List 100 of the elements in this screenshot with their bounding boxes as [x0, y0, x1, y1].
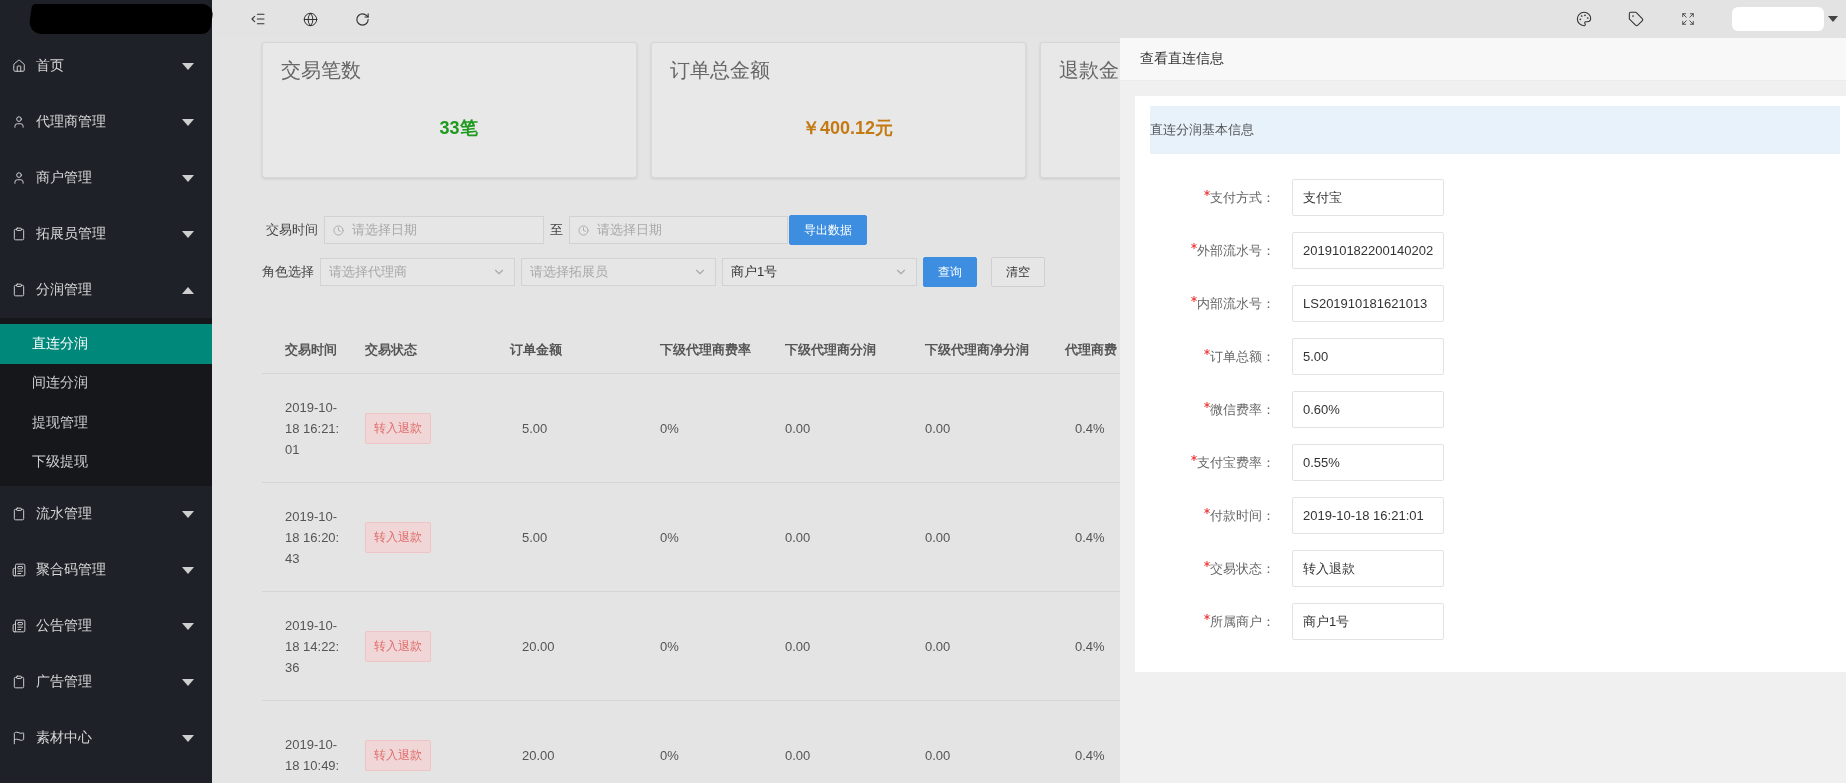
table-cell-text: 5.00 — [521, 529, 549, 545]
table-cell-text: 0.00 — [924, 747, 952, 763]
table-cell-text: 0.4% — [1074, 638, 1106, 654]
table-cell-text: 0.00 — [784, 638, 812, 654]
input-field[interactable]: 5.00 — [1292, 338, 1444, 375]
card-title: 订单总金额 — [670, 58, 771, 83]
clear-button[interactable]: 清空 — [991, 257, 1045, 287]
table-cell-text: 0.00 — [784, 420, 812, 436]
card-title: 交易笔数 — [281, 58, 362, 83]
column-header: 交易状态 — [364, 341, 418, 359]
card-value: 33笔 — [439, 117, 478, 140]
caret-icon — [182, 678, 194, 686]
status-tag: 转入退款 — [365, 521, 431, 553]
table-cell-text: 0.4% — [1074, 420, 1106, 436]
input-field[interactable]: 0.55% — [1292, 444, 1444, 481]
caret-icon — [182, 230, 194, 238]
clipboard-icon — [12, 283, 26, 297]
form-label: 内部流水号： — [1197, 294, 1275, 313]
clock-icon — [333, 224, 344, 236]
tag-icon — [1628, 11, 1644, 27]
form-label: 外部流水号： — [1197, 241, 1275, 260]
user-icon — [12, 115, 26, 129]
merchant-select[interactable]: 商户1号 — [722, 258, 917, 286]
form-label: 交易状态： — [1210, 559, 1275, 578]
home-icon — [12, 59, 26, 73]
input-field[interactable]: 201910182200140202 — [1292, 232, 1444, 269]
sidebar-item[interactable]: 广告管理 — [0, 654, 212, 710]
form-label: 付款时间： — [1210, 506, 1275, 525]
document-icon — [12, 563, 26, 577]
clipboard-icon — [12, 227, 26, 241]
user-icon — [12, 171, 26, 185]
palette-icon — [1576, 11, 1592, 27]
table-cell-text: 0% — [659, 747, 680, 763]
table-cell-text: 0.00 — [924, 638, 952, 654]
column-header: 下级代理商费率 — [659, 341, 752, 359]
range-separator: 至 — [550, 221, 563, 239]
caret-icon — [182, 286, 194, 294]
sidebar-item[interactable]: 拓展员管理 — [0, 206, 212, 262]
panel-title: 查看直连信息 — [1120, 38, 1846, 81]
submenu-item[interactable]: 直连分润 — [0, 324, 212, 364]
form-label: 支付宝费率： — [1197, 453, 1275, 472]
table-cell-text: 0.00 — [784, 747, 812, 763]
table-cell-text: 0.4% — [1074, 529, 1106, 545]
card-title: 退款金 — [1059, 58, 1120, 83]
menu-fold-icon — [250, 11, 266, 27]
sidebar-item[interactable]: 商户管理 — [0, 150, 212, 206]
sidebar-item[interactable]: 分润管理 — [0, 262, 212, 318]
form-label: 微信费率： — [1210, 400, 1275, 419]
table-cell-text: 0.4% — [1074, 747, 1106, 763]
submenu-item[interactable]: 下级提现 — [0, 442, 212, 482]
filter-label: 角色选择 — [262, 263, 314, 281]
caret-icon — [182, 174, 194, 182]
table-cell-text: 2019-10-18 14:22:36 — [285, 616, 341, 677]
section-header: 直连分润基本信息 — [1150, 106, 1840, 154]
form-label: 支付方式： — [1210, 188, 1275, 207]
table-cell-text: 0% — [659, 420, 680, 436]
column-header: 交易时间 — [284, 341, 338, 359]
form-label: 所属商户： — [1210, 612, 1275, 631]
fullscreen-icon — [1681, 12, 1695, 26]
sidebar-item[interactable]: 代理商管理 — [0, 94, 212, 150]
caret-icon[interactable] — [1828, 16, 1838, 22]
table-cell-text: 20.00 — [521, 638, 556, 654]
table-cell-text: 5.00 — [521, 420, 549, 436]
refresh-icon — [354, 11, 370, 27]
column-header: 下级代理商分润 — [784, 341, 877, 359]
sidebar-item[interactable]: 素材中心 — [0, 710, 212, 766]
clipboard-icon — [12, 675, 26, 689]
clock-icon — [578, 224, 589, 236]
sidebar-item[interactable]: 流水管理 — [0, 486, 212, 542]
input-field[interactable]: 支付宝 — [1292, 179, 1444, 216]
status-tag: 转入退款 — [365, 630, 431, 662]
table-cell-text: 0.00 — [784, 529, 812, 545]
table-cell-text: 0% — [659, 529, 680, 545]
column-header: 代理商费 — [1063, 341, 1118, 359]
input-field[interactable]: 2019-10-18 16:21:01 — [1292, 497, 1444, 534]
status-tag: 转入退款 — [365, 739, 431, 771]
clipboard-icon — [12, 507, 26, 521]
table-cell-text: 20.00 — [521, 747, 556, 763]
filter-label: 交易时间 — [266, 221, 318, 239]
globe-icon — [302, 11, 318, 27]
flag-icon — [12, 731, 26, 745]
submenu-item[interactable]: 间连分润 — [0, 363, 212, 403]
table-cell-text: 2019-10-18 10:49: — [285, 736, 341, 775]
input-field[interactable]: LS201910181621013 — [1292, 285, 1444, 322]
status-tag: 转入退款 — [365, 412, 431, 444]
input-field[interactable]: 0.60% — [1292, 391, 1444, 428]
caret-icon — [182, 622, 194, 630]
table-cell-text: 0.00 — [924, 420, 952, 436]
sidebar-item[interactable]: 聚合码管理 — [0, 542, 212, 598]
sidebar-item[interactable]: 首页 — [0, 38, 212, 94]
caret-icon — [182, 62, 194, 70]
caret-icon — [182, 566, 194, 574]
document-icon — [12, 619, 26, 633]
table-cell-text: 2019-10-18 16:20:43 — [285, 507, 341, 568]
sidebar-item[interactable]: 公告管理 — [0, 598, 212, 654]
caret-icon — [182, 118, 194, 126]
input-field[interactable]: 转入退款 — [1292, 550, 1444, 587]
input-field[interactable]: 商户1号 — [1292, 603, 1444, 640]
submenu-item[interactable]: 提现管理 — [0, 403, 212, 443]
table-cell-text: 2019-10-18 16:21:01 — [285, 398, 341, 459]
